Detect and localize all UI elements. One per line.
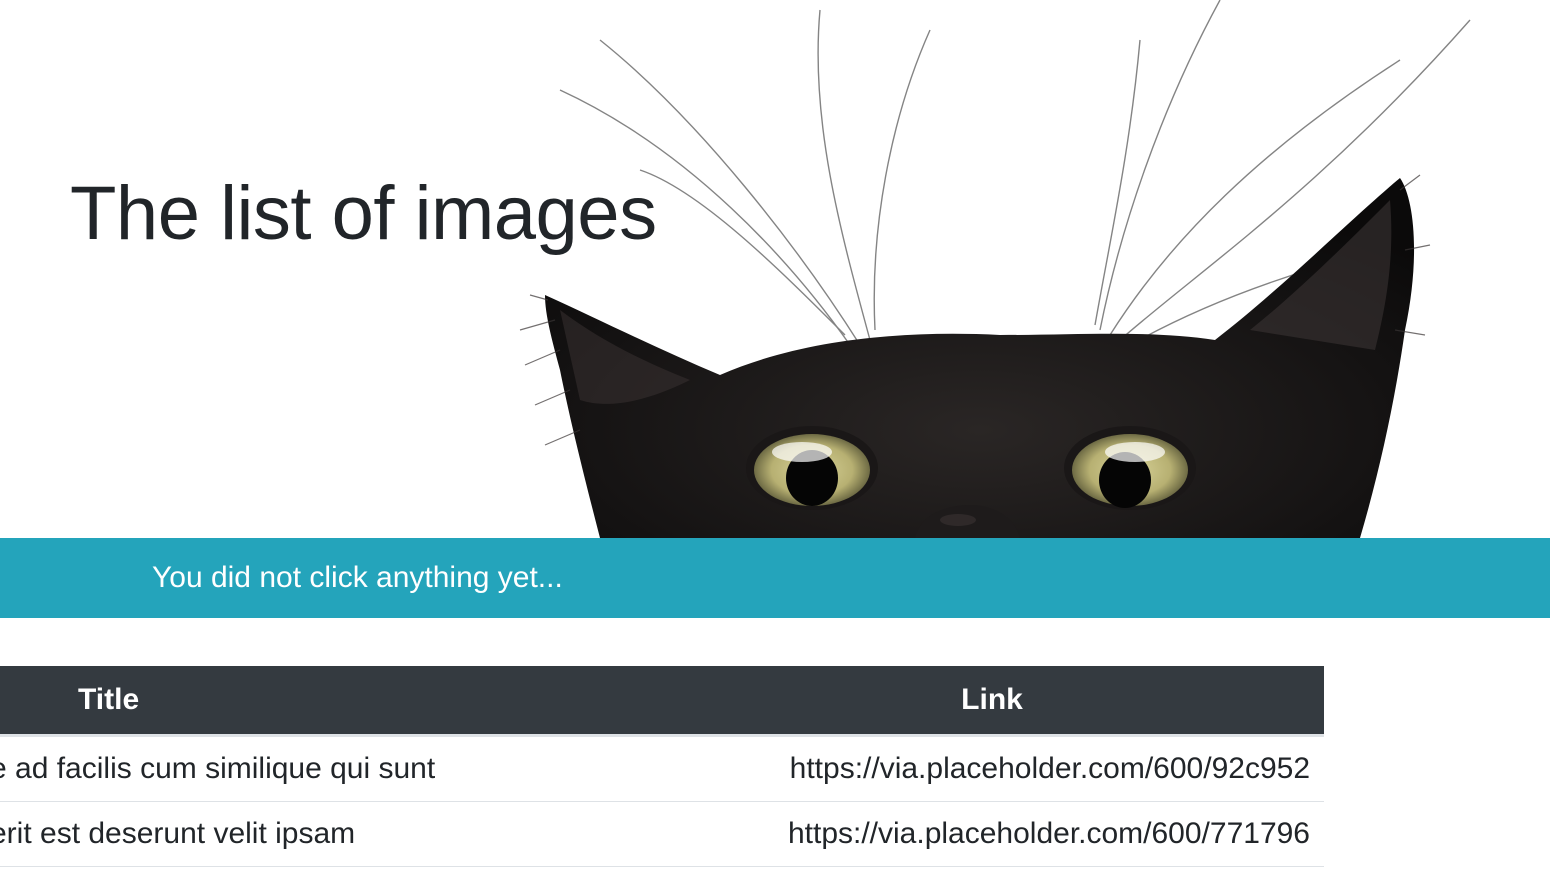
page-title: The list of images: [70, 171, 657, 256]
table-row[interactable]: erit est deserunt velit ipsam https://vi…: [0, 801, 1324, 867]
cell-link: https://via.placeholder.com/600/771796: [660, 801, 1324, 867]
column-header-title: Title: [0, 666, 660, 737]
images-table: Title Link e ad facilis cum similique qu…: [0, 666, 1324, 867]
table-header: Title Link: [0, 666, 1324, 737]
hero-jumbotron: The list of images: [0, 0, 1550, 538]
cat-hero-image: [519, 0, 1471, 538]
table-row[interactable]: e ad facilis cum similique qui sunt http…: [0, 735, 1324, 802]
status-alert: You did not click anything yet...: [0, 538, 1550, 618]
column-header-link: Link: [660, 666, 1324, 737]
status-alert-message: You did not click anything yet...: [152, 561, 563, 594]
cell-link: https://via.placeholder.com/600/92c952: [660, 735, 1324, 802]
cell-title: e ad facilis cum similique qui sunt: [0, 735, 660, 802]
cell-title: erit est deserunt velit ipsam: [0, 801, 660, 867]
images-table-container: Title Link e ad facilis cum similique qu…: [0, 666, 1324, 886]
